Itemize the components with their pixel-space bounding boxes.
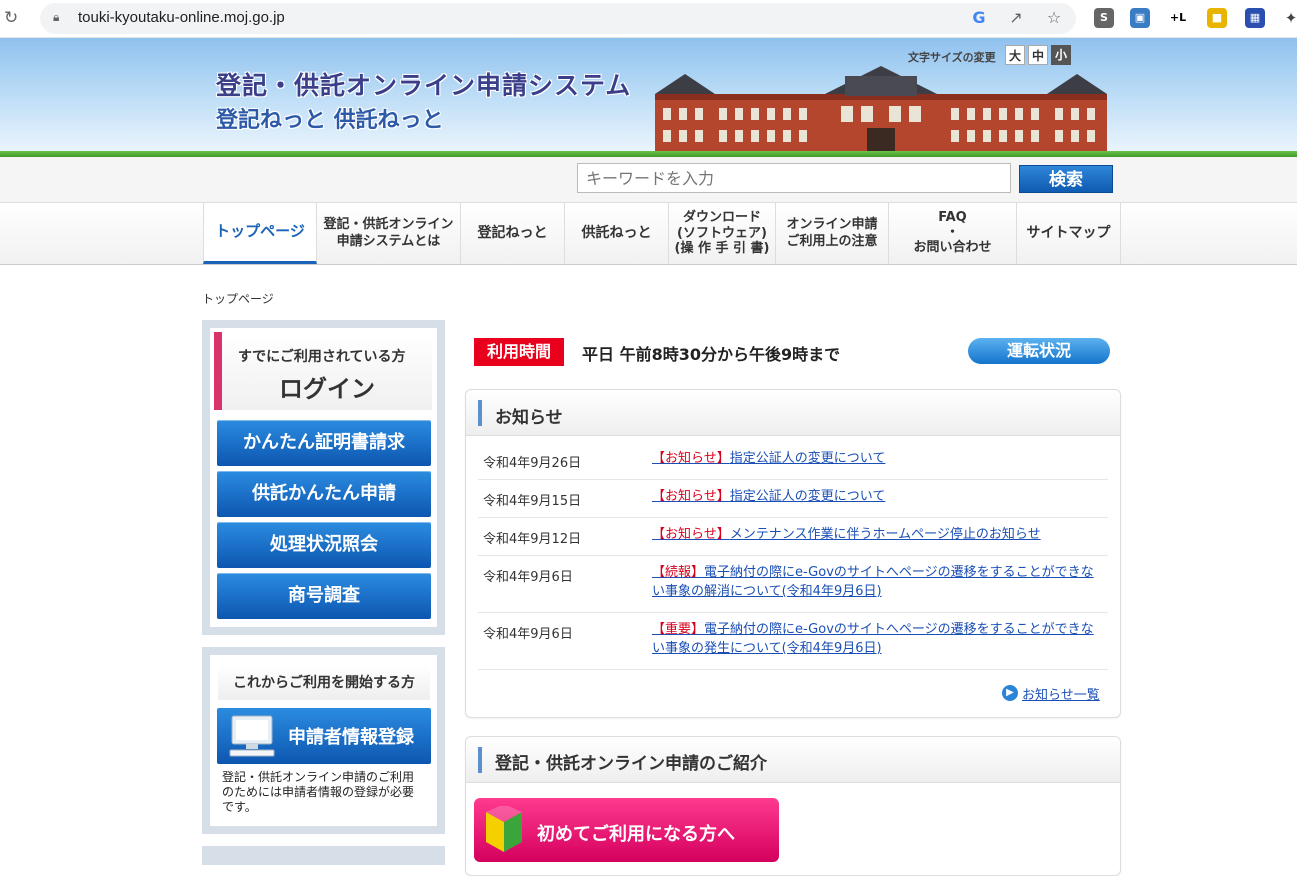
service-hours-text: 平日 午前8時30分から午後9時まで — [582, 345, 841, 364]
computer-icon — [229, 715, 275, 757]
google-icon[interactable]: G — [968, 8, 990, 27]
search-button[interactable]: 検索 — [1019, 165, 1113, 193]
news-date: 令和4年9月15日 — [483, 494, 582, 509]
search-input[interactable] — [577, 163, 1011, 193]
browser-toolbar: ↻ 🔒︎ touki-kyoutaku-online.moj.go.jp G ↗… — [0, 0, 1297, 38]
login-label[interactable]: ログイン — [279, 369, 375, 404]
news-link[interactable]: 【重要】電子納付の際にe-Govのサイトへページの遷移をすることができない事象の… — [652, 621, 1102, 659]
next-panel — [202, 846, 445, 865]
extension-plus-l-icon[interactable]: +L — [1168, 8, 1188, 28]
site-title[interactable]: 登記・供託オンライン申請システム — [216, 66, 631, 102]
share-icon[interactable]: ↗ — [1005, 8, 1027, 27]
nav-sitemap[interactable]: サイトマップ — [1017, 203, 1121, 264]
nav-touki-net[interactable]: 登記ねっと — [461, 203, 565, 264]
nav-kyoutaku-net[interactable]: 供託ねっと — [565, 203, 669, 264]
extension-picture-icon[interactable]: ▣ — [1130, 8, 1150, 28]
first-time-user-label[interactable]: 初めてご利用になる方へ — [537, 820, 735, 846]
extension-s-icon[interactable]: S — [1094, 8, 1114, 28]
hours-badge: 利用時間 — [474, 338, 564, 366]
nav-download[interactable]: ダウンロード (ソフトウェア) (操 作 手 引 書) — [669, 203, 776, 264]
nav-top-page[interactable]: トップページ — [203, 203, 317, 264]
nav-about-system[interactable]: 登記・供託オンライン 申請システムとは — [317, 203, 461, 264]
new-user-heading: これからご利用を開始する方 — [218, 666, 430, 700]
intro-title: 登記・供託オンライン申請のご紹介 — [495, 754, 767, 774]
registration-note: 登記・供託オンライン申請のご利用のためには申請者情報の登録が必要です。 — [222, 770, 415, 814]
url-text[interactable]: touki-kyoutaku-online.moj.go.jp — [78, 9, 285, 26]
bookmark-star-icon[interactable]: ☆ — [1043, 8, 1065, 27]
lock-icon: 🔒︎ — [53, 10, 60, 24]
ministry-building-image — [655, 66, 1107, 152]
applicant-registration-label[interactable]: 申請者情報登録 — [288, 723, 414, 749]
arrow-right-icon: ▶ — [1002, 685, 1018, 701]
extension-calendar-icon[interactable]: ▦ — [1245, 8, 1265, 28]
nav-usage-notes[interactable]: オンライン申請 ご利用上の注意 — [776, 203, 889, 264]
beginner-mark-icon — [486, 806, 522, 852]
breadcrumb: トップページ — [202, 292, 274, 306]
operation-status-button[interactable]: 運転状況 — [968, 338, 1110, 364]
font-size-small-button[interactable]: 小 — [1051, 45, 1071, 65]
certificate-request-button[interactable]: かんたん証明書請求 — [217, 420, 431, 466]
news-title: お知らせ — [495, 408, 563, 428]
news-date: 令和4年9月6日 — [483, 627, 573, 642]
nav-faq-contact[interactable]: FAQ ・ お問い合わせ — [889, 203, 1017, 264]
news-link[interactable]: 【お知らせ】指定公証人の変更について — [652, 488, 1102, 507]
reload-icon[interactable]: ↻ — [4, 8, 24, 28]
news-link[interactable]: 【続報】電子納付の際にe-Govのサイトへページの遷移をすることができない事象の… — [652, 564, 1102, 602]
news-link[interactable]: 【お知らせ】指定公証人の変更について — [652, 450, 1102, 469]
login-subtitle: すでにご利用されている方 — [238, 349, 406, 365]
font-size-large-button[interactable]: 大 — [1005, 45, 1025, 65]
news-list-link[interactable]: お知らせ一覧 — [1022, 684, 1100, 703]
deposit-application-button[interactable]: 供託かんたん申請 — [217, 471, 431, 517]
extension-color-icon[interactable]: ■ — [1207, 8, 1227, 28]
news-date: 令和4年9月6日 — [483, 570, 573, 585]
news-date: 令和4年9月12日 — [483, 532, 582, 547]
news-link[interactable]: 【お知らせ】メンテナンス作業に伴うホームページ停止のお知らせ — [652, 526, 1102, 545]
font-size-label: 文字サイズの変更 — [908, 51, 996, 64]
trade-name-search-button[interactable]: 商号調査 — [217, 573, 431, 619]
address-bar[interactable]: 🔒︎ touki-kyoutaku-online.moj.go.jp G ↗ ☆ — [40, 3, 1076, 34]
font-size-medium-button[interactable]: 中 — [1028, 45, 1048, 65]
news-date: 令和4年9月26日 — [483, 456, 582, 471]
extensions-puzzle-icon[interactable]: ✦ — [1281, 8, 1297, 28]
status-inquiry-button[interactable]: 処理状況照会 — [217, 522, 431, 568]
site-subtitle[interactable]: 登記ねっと 供託ねっと — [216, 102, 444, 134]
